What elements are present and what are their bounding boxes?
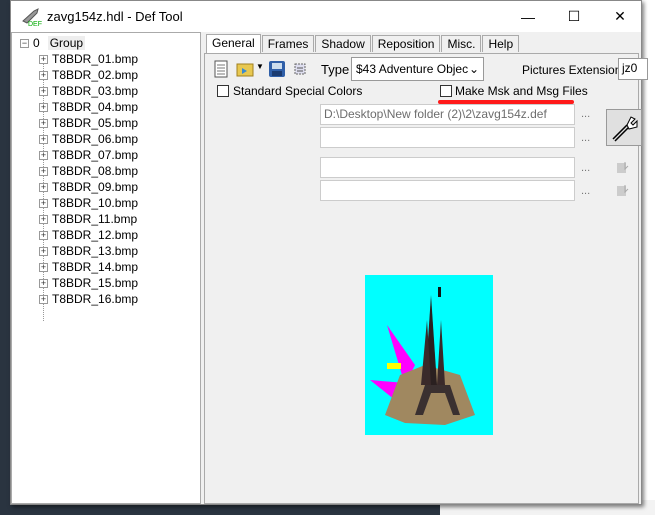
tab-bar: General Frames Shadow Reposition Misc. Help (204, 34, 639, 53)
sprite-preview (365, 275, 493, 435)
open-folder-icon[interactable] (236, 60, 254, 78)
tab-frames[interactable]: Frames (261, 35, 315, 52)
tree-item[interactable]: + T8BDR_05.bmp (39, 115, 138, 131)
browse-button-4[interactable]: ... (581, 185, 590, 197)
minimize-button[interactable]: — (505, 1, 551, 32)
root-index: 0 (33, 36, 40, 50)
tree-item-label: T8BDR_09.bmp (52, 180, 139, 194)
tree-item-label: T8BDR_12.bmp (52, 228, 139, 242)
make-msk-msg-checkbox[interactable] (440, 85, 452, 97)
tree-item[interactable]: + T8BDR_06.bmp (39, 131, 138, 147)
expand-icon[interactable]: + (39, 294, 48, 304)
tab-reposition[interactable]: Reposition (371, 35, 441, 52)
tree-item-label: T8BDR_07.bmp (52, 148, 139, 162)
expand-icon[interactable]: + (39, 54, 48, 64)
tree-item[interactable]: + T8BDR_11.bmp (39, 211, 137, 227)
type-value: $43 Adventure Objec (356, 62, 469, 76)
tree-item[interactable]: + T8BDR_08.bmp (39, 163, 138, 179)
tree-item[interactable]: + T8BDR_13.bmp (39, 243, 138, 259)
pictures-extension-input[interactable]: jz0 (618, 58, 648, 80)
tree-item[interactable]: + T8BDR_14.bmp (39, 259, 138, 275)
tree-item-label: T8BDR_11.bmp (52, 212, 138, 226)
browse-button-2[interactable]: ... (581, 132, 590, 144)
general-tab-content: ▼ Type $43 Adventure Objec ⌄ Pictures Ext… (204, 53, 648, 504)
expand-icon[interactable]: + (39, 198, 48, 208)
castle-sprite-image (370, 287, 475, 425)
expand-icon[interactable]: + (39, 230, 48, 240)
expand-icon[interactable]: + (39, 150, 48, 160)
browse-button-3[interactable]: ... (581, 162, 590, 174)
def-tool-window: DEF zavg154z.hdl - Def Tool — ☐ ✕ − 0 Gr… (10, 0, 648, 505)
tab-misc[interactable]: Misc. (441, 35, 482, 52)
import-icon[interactable] (615, 159, 631, 175)
expand-icon[interactable]: + (39, 118, 48, 128)
settings-list-icon[interactable] (291, 60, 309, 78)
def-tool-app-icon: DEF (22, 7, 42, 27)
expand-icon[interactable]: + (39, 246, 48, 256)
tree-item[interactable]: + T8BDR_16.bmp (39, 291, 138, 307)
tree-item[interactable]: + T8BDR_03.bmp (39, 83, 138, 99)
type-select[interactable]: $43 Adventure Objec ⌄ (351, 57, 484, 81)
tree-item-label: T8BDR_14.bmp (52, 260, 139, 274)
window-title: zavg154z.hdl - Def Tool (47, 9, 183, 24)
tab-general[interactable]: General (206, 34, 261, 53)
type-label: Type (321, 62, 350, 77)
expand-icon[interactable]: + (39, 134, 48, 144)
tree-item-label: T8BDR_10.bmp (52, 196, 139, 210)
close-button[interactable]: ✕ (597, 1, 643, 32)
tree-item-label: T8BDR_05.bmp (52, 116, 139, 130)
tree-item-label: T8BDR_03.bmp (52, 84, 139, 98)
tree-item[interactable]: + T8BDR_01.bmp (39, 51, 138, 67)
tree-item-label: T8BDR_16.bmp (52, 292, 139, 306)
expand-icon[interactable]: + (39, 102, 48, 112)
settings-panel: General Frames Shadow Reposition Misc. Help ▼… (204, 34, 648, 504)
new-file-icon[interactable] (213, 60, 229, 78)
root-label: Group (47, 36, 86, 50)
pictures-extension-label: Pictures Extension (522, 63, 622, 77)
path-input-2[interactable] (320, 127, 575, 148)
tree-item[interactable]: + T8BDR_07.bmp (39, 147, 138, 163)
tree-item-label: T8BDR_04.bmp (52, 100, 139, 114)
tree-item[interactable]: + T8BDR_04.bmp (39, 99, 138, 115)
svg-text:DEF: DEF (28, 21, 42, 27)
tree-item-label: T8BDR_01.bmp (52, 52, 139, 66)
tree-root-group[interactable]: − 0 Group (20, 35, 86, 51)
tree-item[interactable]: + T8BDR_10.bmp (39, 195, 138, 211)
tab-help[interactable]: Help (482, 35, 520, 52)
make-msk-msg-label: Make Msk and Msg Files (455, 84, 588, 98)
expand-icon[interactable]: + (39, 182, 48, 192)
expand-icon[interactable]: + (39, 262, 48, 272)
def-path-input[interactable]: D:\Desktop\New folder (2)\2\zavg154z.def (320, 104, 575, 125)
wrench-icon (612, 115, 638, 142)
title-bar: DEF zavg154z.hdl - Def Tool — ☐ ✕ (11, 1, 641, 32)
tree-item[interactable]: + T8BDR_12.bmp (39, 227, 138, 243)
tree-item-label: T8BDR_02.bmp (52, 68, 139, 82)
tree-item-label: T8BDR_13.bmp (52, 244, 139, 258)
standard-special-colors-label: Standard Special Colors (233, 84, 363, 98)
import-image-icon[interactable] (615, 182, 631, 198)
collapse-icon[interactable]: − (20, 38, 29, 48)
tree-item[interactable]: + T8BDR_15.bmp (39, 275, 138, 291)
tree-item[interactable]: + T8BDR_09.bmp (39, 179, 138, 195)
tree-item-label: T8BDR_15.bmp (52, 276, 139, 290)
browse-def-button[interactable]: ... (581, 108, 590, 120)
wrench-button[interactable] (606, 109, 642, 146)
path-input-4[interactable] (320, 180, 575, 201)
chevron-down-icon: ⌄ (468, 62, 479, 76)
save-icon[interactable] (268, 60, 286, 78)
dropdown-arrow-icon[interactable]: ▼ (256, 62, 264, 71)
standard-special-colors-checkbox[interactable] (217, 85, 229, 97)
expand-icon[interactable]: + (39, 166, 48, 176)
expand-icon[interactable]: + (39, 70, 48, 80)
tab-shadow[interactable]: Shadow (315, 35, 371, 52)
frame-tree[interactable]: − 0 Group + T8BDR_01.bmp + T8BDR_02.bmp + T8B… (11, 32, 201, 504)
expand-icon[interactable]: + (39, 214, 48, 224)
expand-icon[interactable]: + (39, 86, 48, 96)
maximize-button[interactable]: ☐ (551, 1, 597, 32)
tree-item-label: T8BDR_06.bmp (52, 132, 139, 146)
path-input-3[interactable] (320, 157, 575, 178)
tree-item-label: T8BDR_08.bmp (52, 164, 139, 178)
tree-item[interactable]: + T8BDR_02.bmp (39, 67, 138, 83)
expand-icon[interactable]: + (39, 278, 48, 288)
